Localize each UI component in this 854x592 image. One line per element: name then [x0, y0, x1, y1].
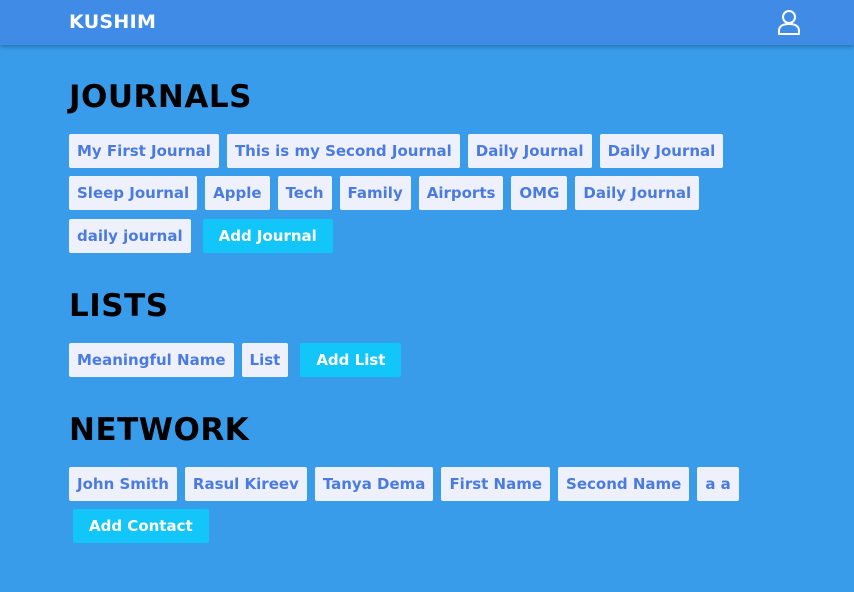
- journal-chip[interactable]: Apple: [205, 176, 270, 210]
- contact-chip[interactable]: a a: [697, 467, 739, 501]
- add-list-button[interactable]: Add List: [300, 343, 402, 377]
- user-profile-button[interactable]: [777, 9, 801, 35]
- journal-chip[interactable]: Tech: [277, 176, 332, 210]
- network-row-2: Add Contact: [69, 509, 209, 543]
- journal-chip[interactable]: daily journal: [69, 219, 191, 253]
- lists-heading: LISTS: [69, 288, 169, 324]
- contact-chip[interactable]: John Smith: [69, 467, 177, 501]
- contact-chip[interactable]: First Name: [441, 467, 551, 501]
- list-chip[interactable]: List: [241, 343, 289, 377]
- user-icon: [778, 10, 800, 35]
- journal-chip[interactable]: My First Journal: [69, 134, 219, 168]
- brand-logo[interactable]: KUSHIM: [69, 11, 156, 33]
- journals-row-2: Sleep Journal Apple Tech Family Airports…: [69, 176, 700, 210]
- journals-row-1: My First Journal This is my Second Journ…: [69, 134, 724, 168]
- journal-chip[interactable]: This is my Second Journal: [226, 134, 460, 168]
- journal-chip[interactable]: Daily Journal: [467, 134, 592, 168]
- journal-chip[interactable]: Family: [339, 176, 411, 210]
- network-row-1: John Smith Rasul Kireev Tanya Dema First…: [69, 467, 739, 501]
- contact-chip[interactable]: Tanya Dema: [314, 467, 434, 501]
- list-chip[interactable]: Meaningful Name: [69, 343, 234, 377]
- lists-row: Meaningful Name List Add List: [69, 343, 402, 377]
- journal-chip[interactable]: Sleep Journal: [69, 176, 198, 210]
- journal-chip[interactable]: Daily Journal: [575, 176, 700, 210]
- contact-chip[interactable]: Second Name: [558, 467, 690, 501]
- journal-chip[interactable]: Daily Journal: [599, 134, 724, 168]
- top-nav-bar: KUSHIM: [0, 0, 854, 45]
- add-contact-button[interactable]: Add Contact: [73, 509, 209, 543]
- network-heading: NETWORK: [69, 412, 250, 448]
- journals-heading: JOURNALS: [69, 79, 252, 115]
- journals-row-3: daily journal Add Journal: [69, 219, 333, 253]
- contact-chip[interactable]: Rasul Kireev: [184, 467, 307, 501]
- journal-chip[interactable]: OMG: [511, 176, 568, 210]
- journal-chip[interactable]: Airports: [418, 176, 504, 210]
- add-journal-button[interactable]: Add Journal: [202, 219, 333, 253]
